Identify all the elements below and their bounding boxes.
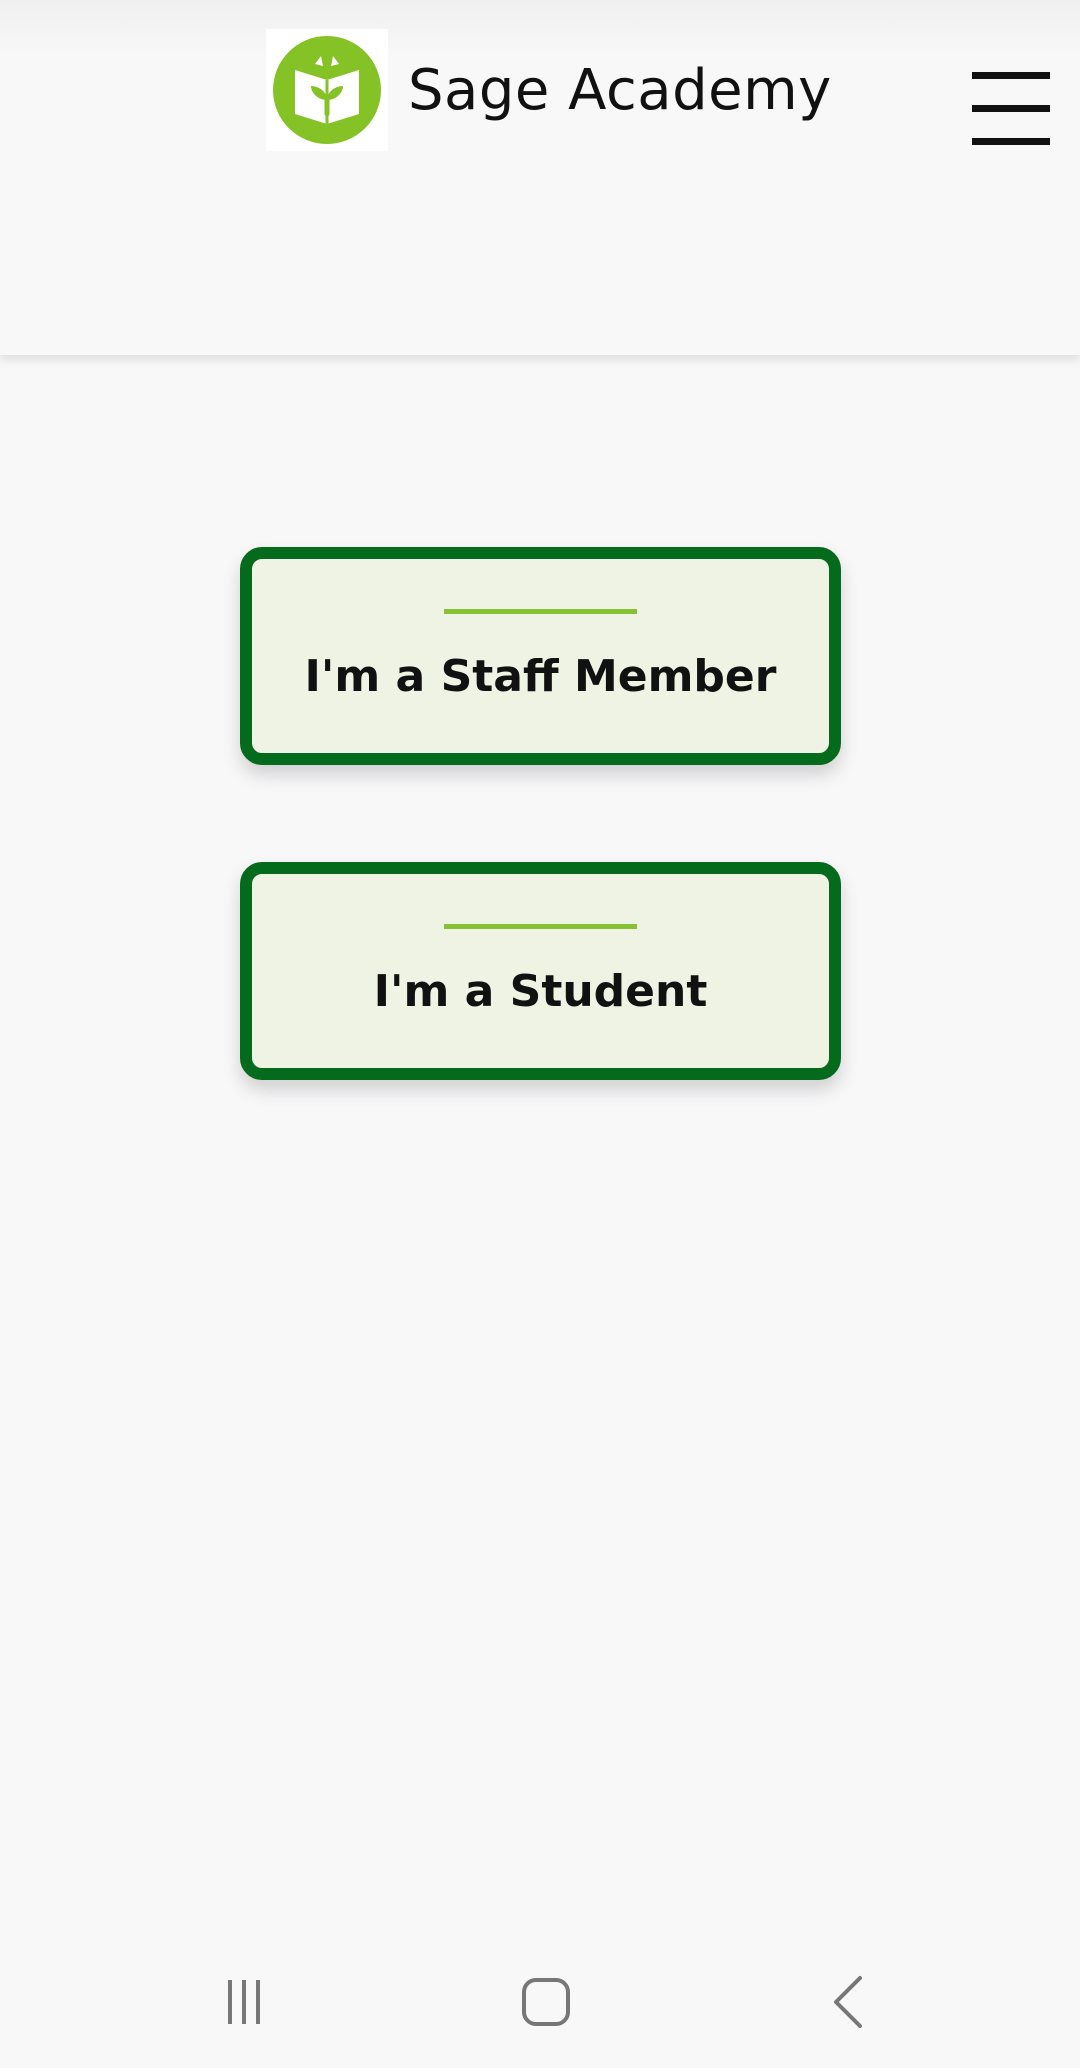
staff-member-label: I'm a Staff Member <box>304 651 777 702</box>
staff-member-button[interactable]: I'm a Staff Member <box>240 547 841 765</box>
student-label: I'm a Student <box>373 966 708 1017</box>
menu-button[interactable] <box>970 66 1052 152</box>
back-button[interactable] <box>800 1952 900 2052</box>
app-name: Sage Academy <box>408 57 832 123</box>
home-button[interactable] <box>496 1952 596 2052</box>
brand: Sage Academy <box>266 28 832 152</box>
app-logo <box>266 29 388 151</box>
back-icon <box>834 1976 862 2028</box>
student-button[interactable]: I'm a Student <box>240 862 841 1080</box>
system-navigation-bar <box>0 1930 1080 2068</box>
app-header: Sage Academy <box>0 0 1080 355</box>
recents-icon <box>228 1980 260 2024</box>
open-book-sprout-icon <box>273 36 381 144</box>
home-icon <box>522 1978 570 2026</box>
card-accent-line <box>444 609 637 614</box>
role-select-screen: Sage Academy I'm a Staff Member I'm a St… <box>0 0 1080 2068</box>
hamburger-menu-icon <box>972 72 1050 145</box>
card-accent-line <box>444 924 637 929</box>
recents-button[interactable] <box>194 1952 294 2052</box>
